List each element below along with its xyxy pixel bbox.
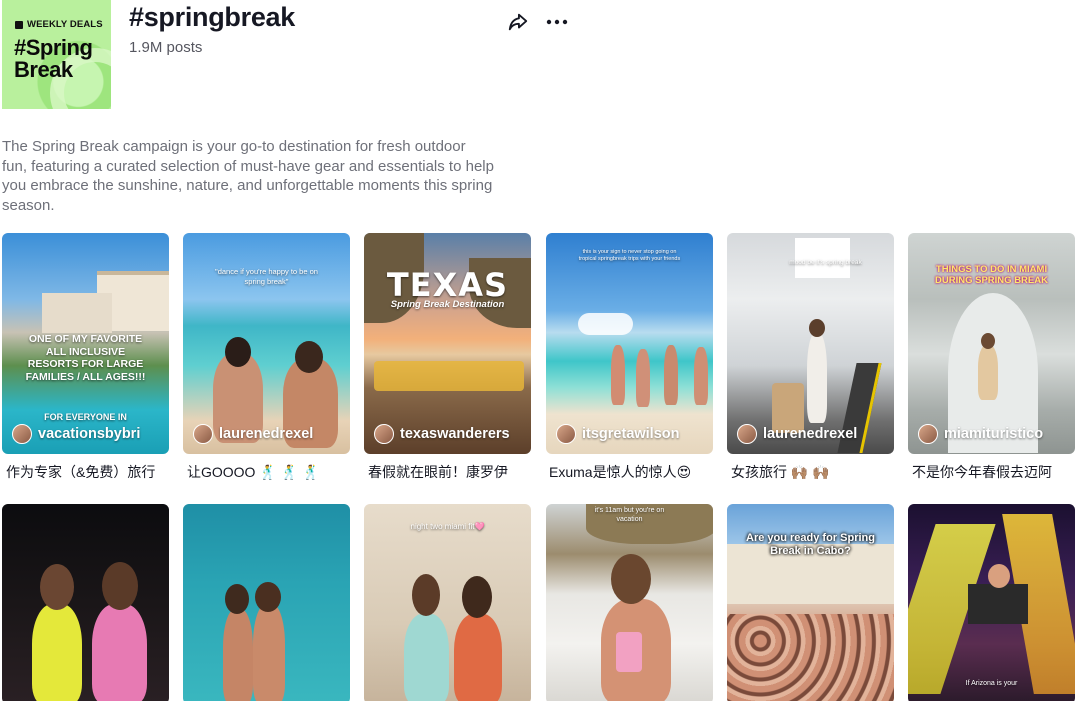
person-figure (255, 582, 281, 612)
video-card[interactable]: it's 11am but you're on vacation (546, 504, 713, 701)
video-card[interactable] (2, 504, 169, 701)
person-figure (978, 345, 998, 400)
video-author: laurenedrexel (193, 424, 313, 444)
video-card[interactable]: ONE OF MY FAVORITE ALL INCLUSIVE RESORTS… (2, 233, 169, 454)
post-count: 1.9M posts (129, 39, 203, 56)
video-author: miamituristico (918, 424, 1043, 444)
video-overlay-text: Are you ready for Spring Break in Cabo? (746, 532, 875, 557)
video-card[interactable]: TEXAS Spring Break Destination texaswand… (364, 233, 531, 454)
person-figure (694, 347, 708, 405)
cloud (578, 313, 633, 335)
video-overlay-text: this is your sign to never stop going on… (578, 249, 681, 262)
share-icon[interactable] (507, 11, 529, 33)
person-figure (223, 609, 253, 701)
person-figure (664, 345, 678, 405)
person-figure (225, 337, 251, 367)
drink-cup (616, 632, 642, 672)
person-figure (611, 554, 651, 604)
person-figure (404, 614, 449, 701)
video-caption[interactable]: 不是你今年春假去迈阿 (912, 462, 1052, 482)
video-overlay-text: Spring Break Destination (390, 299, 505, 310)
username: miamituristico (944, 426, 1044, 442)
person-figure (412, 574, 440, 616)
person-figure (32, 604, 82, 701)
username: itsgretawilson (582, 426, 680, 442)
resort-building (42, 293, 112, 333)
crowd (727, 614, 894, 701)
video-overlay-text: ONE OF MY FAVORITE ALL INCLUSIVE RESORTS… (25, 333, 146, 383)
avatar (374, 424, 394, 444)
video-caption[interactable]: Exuma是惊人的惊人😍 (549, 462, 691, 482)
more-icon[interactable] (545, 11, 569, 33)
avatar (193, 424, 213, 444)
person-figure (454, 614, 502, 701)
video-author: texaswanderers (374, 424, 510, 444)
person-figure (981, 333, 995, 349)
hashtag-cover-image: WEEKLY DEALS #Spring Break (2, 0, 111, 109)
person-figure (809, 319, 825, 337)
video-card[interactable]: mood be it's spring break laurenedrexel (727, 233, 894, 454)
video-caption[interactable]: 作为专家（&免费）旅行 (6, 462, 155, 482)
cover-title: #Spring Break (14, 35, 93, 82)
video-card[interactable]: THINGS TO DO IN MIAMI DURING SPRING BREA… (908, 233, 1075, 454)
hashtag-description: The Spring Break campaign is your go-to … (2, 138, 494, 214)
avatar (556, 424, 576, 444)
person-figure (611, 345, 625, 405)
video-overlay-text: THINGS TO DO IN MIAMI DURING SPRING BREA… (935, 264, 1048, 286)
person-figure (102, 562, 138, 610)
person-figure (988, 564, 1010, 588)
person-figure (225, 584, 249, 614)
person-figure (462, 576, 492, 618)
platform (968, 584, 1028, 624)
username: vacationsbybri (38, 426, 141, 442)
cover-badge: WEEKLY DEALS (15, 19, 103, 30)
video-overlay-text: night two miami fit🩷 (410, 522, 485, 531)
video-caption[interactable]: 春假就在眼前！康罗伊 (368, 462, 508, 482)
video-author: vacationsbybri (12, 424, 140, 444)
video-author: laurenedrexel (737, 424, 857, 444)
video-card[interactable] (183, 504, 350, 701)
avatar (918, 424, 938, 444)
person-figure (636, 349, 650, 407)
username: laurenedrexel (763, 426, 858, 442)
video-author: itsgretawilson (556, 424, 680, 444)
username: texaswanderers (400, 426, 510, 442)
person-figure (295, 341, 323, 373)
username: laurenedrexel (219, 426, 314, 442)
avatar (737, 424, 757, 444)
person-figure (807, 333, 827, 423)
person-figure (40, 564, 74, 610)
person-figure (92, 604, 147, 701)
page-title: #springbreak (129, 2, 295, 32)
video-card[interactable]: this is your sign to never stop going on… (546, 233, 713, 454)
video-overlay-text: If Arizona is your (965, 680, 1018, 687)
video-overlay-text: FOR EVERYONE IN (44, 412, 127, 422)
video-card[interactable]: If Arizona is your (908, 504, 1075, 701)
video-overlay-text: it's 11am but you're on vacation (594, 507, 665, 523)
cover-badge-label: WEEKLY DEALS (27, 19, 103, 30)
video-overlay-text: "dance if you're happy to be on spring b… (215, 267, 318, 286)
video-card[interactable]: Are you ready for Spring Break in Cabo? (727, 504, 894, 701)
video-caption[interactable]: 让GOOOO 🕺 🕺 🕺 (187, 462, 319, 482)
video-card[interactable]: "dance if you're happy to be on spring b… (183, 233, 350, 454)
chairs (374, 361, 524, 391)
ceiling-light (795, 238, 850, 278)
avatar (12, 424, 32, 444)
person-figure (253, 604, 285, 701)
video-caption[interactable]: 女孩旅行 🙌🏽 🙌🏽 (731, 462, 830, 482)
shopping-bag-icon (15, 20, 23, 29)
video-card[interactable]: night two miami fit🩷 (364, 504, 531, 701)
video-overlay-text: mood be it's spring break (789, 259, 862, 266)
